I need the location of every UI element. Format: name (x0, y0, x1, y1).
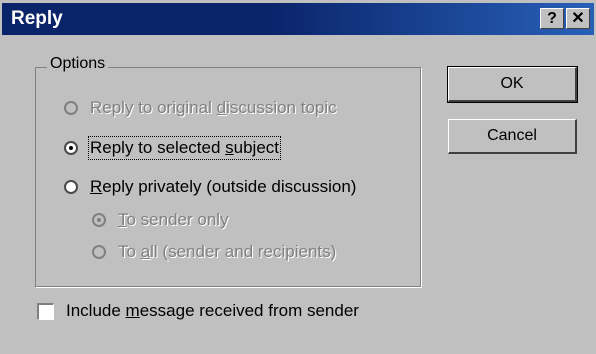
help-button[interactable]: ? (540, 8, 564, 29)
radio-label: Reply to original discussion topic (90, 98, 337, 117)
dialog-title: Reply (11, 8, 63, 29)
close-button[interactable]: ✕ (566, 8, 590, 29)
title-bar: Reply ? ✕ (2, 3, 594, 35)
radio-reply-original-discussion[interactable]: Reply to original discussion topic (64, 98, 337, 118)
radio-dot (69, 146, 73, 150)
include-message-checkbox[interactable]: Include message received from sender (37, 301, 359, 321)
checkbox-box (37, 302, 54, 320)
ok-button[interactable]: OK (447, 66, 578, 103)
cancel-button[interactable]: Cancel (448, 119, 577, 154)
radio-reply-selected-subject[interactable]: Reply to selected subject (64, 136, 282, 160)
options-legend: Options (47, 55, 109, 73)
checkbox-label: Include message received from sender (66, 301, 359, 320)
radio-label: To all (sender and recipients) (118, 242, 337, 261)
radio-to-all[interactable]: To all (sender and recipients) (92, 242, 336, 262)
radio-label: Reply privately (outside discussion) (90, 177, 357, 196)
radio-to-sender-only[interactable]: To sender only (92, 210, 229, 230)
radio-reply-privately[interactable]: Reply privately (outside discussion) (64, 177, 356, 197)
radio-circle (92, 213, 106, 227)
radio-circle (64, 101, 78, 115)
radio-circle (92, 245, 106, 259)
radio-label: To sender only (118, 210, 229, 229)
radio-label: Reply to selected subject (87, 136, 282, 160)
reply-dialog: Reply ? ✕ Options Reply to original disc… (0, 0, 596, 354)
radio-circle (64, 180, 78, 194)
radio-circle (64, 141, 78, 155)
radio-dot (97, 218, 101, 222)
